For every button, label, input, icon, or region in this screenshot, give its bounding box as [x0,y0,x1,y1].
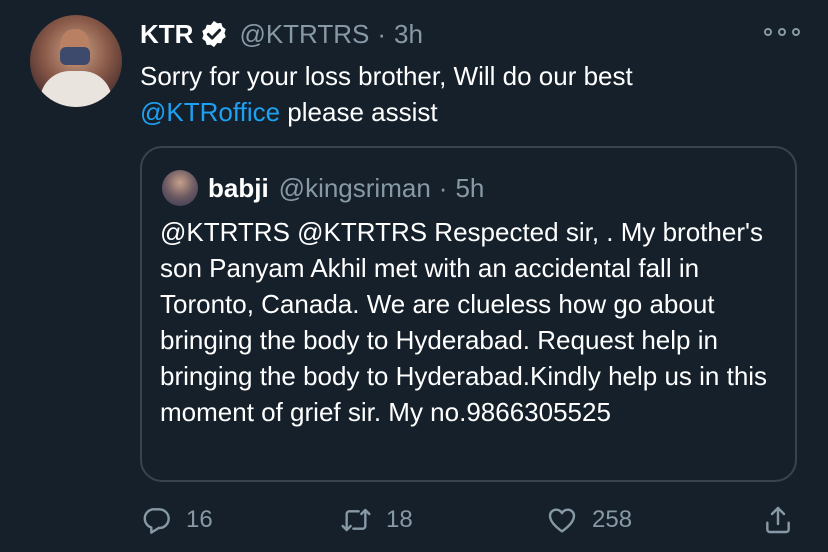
more-dot [764,28,772,36]
more-options-icon[interactable] [764,22,800,42]
like-button[interactable]: 258 [546,500,632,540]
reply-button[interactable]: 16 [140,500,213,540]
avatar-shirt [40,71,112,107]
tweet-text-line1: Sorry for your loss brother, Will do our… [140,61,633,91]
tweet-text: Sorry for your loss brother, Will do our… [140,58,800,130]
quoted-author-handle: @kingsriman [278,172,431,203]
retweet-button[interactable]: 18 [340,500,413,540]
reply-count: 16 [186,506,213,533]
retweet-count: 18 [386,506,413,533]
quoted-author-name: babji [208,172,269,203]
header-separator: · [377,18,387,49]
verified-badge-icon [202,20,227,48]
heart-icon [548,508,576,533]
more-dot [792,28,800,36]
author-handle[interactable]: @KTRTRS [239,19,369,50]
quoted-author-avatar [162,170,198,206]
share-icon [766,506,790,534]
more-dot [778,28,786,36]
quoted-tweet-text: @KTRTRS @KTRTRS Respected sir, . My brot… [160,217,768,427]
tweet-header: KTR @KTRTRS · 3h [140,16,423,52]
tweet-time[interactable]: 3h [394,19,423,50]
quoted-tweet-card[interactable]: babji @kingsriman · 5h @KTRTRS @KTRTRS R… [140,146,797,482]
tweet-actions-bar: 16 18 258 [140,500,800,540]
mention-link[interactable]: @KTRoffice [140,97,280,127]
author-name[interactable]: KTR [140,19,193,50]
author-avatar[interactable] [30,15,122,107]
tweet-text-after-mention: please assist [280,97,438,127]
retweet-icon [341,508,371,532]
quoted-tweet-time: 5h [455,172,485,203]
share-button[interactable] [762,500,808,540]
quoted-header-separator: · [438,172,448,203]
avatar-mask [60,47,90,65]
reply-icon [143,508,170,534]
like-count: 258 [592,506,633,533]
quoted-tweet-header: babji @kingsriman · 5h [208,168,484,208]
